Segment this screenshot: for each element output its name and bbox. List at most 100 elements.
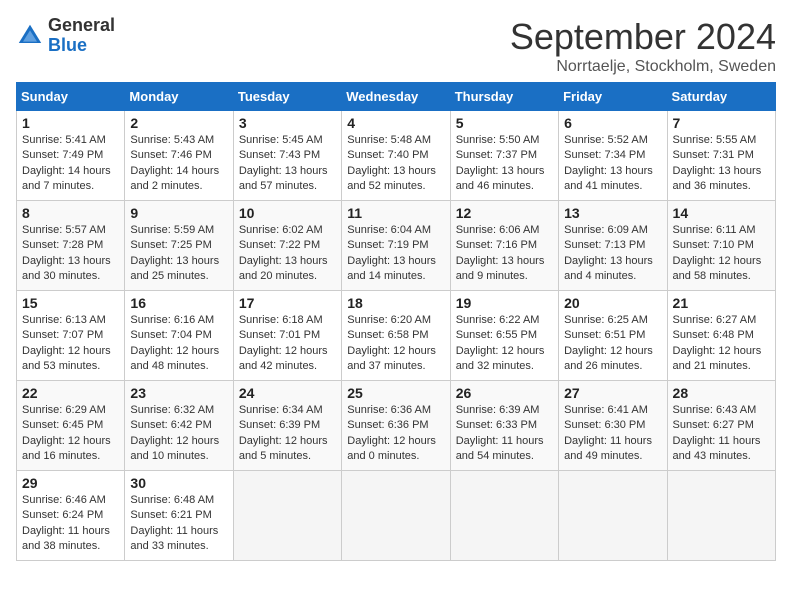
day-number: 3 <box>239 115 336 131</box>
cell-info: Sunrise: 5:59 AMSunset: 7:25 PMDaylight:… <box>130 224 219 282</box>
cell-info: Sunrise: 6:43 AMSunset: 6:27 PMDaylight:… <box>673 404 761 462</box>
cell-info: Sunrise: 6:18 AMSunset: 7:01 PMDaylight:… <box>239 314 328 372</box>
calendar-cell: 25 Sunrise: 6:36 AMSunset: 6:36 PMDayligh… <box>342 381 450 471</box>
calendar-cell: 20 Sunrise: 6:25 AMSunset: 6:51 PMDayligh… <box>559 291 667 381</box>
location: Norrtaelje, Stockholm, Sweden <box>510 58 776 76</box>
calendar-cell: 16 Sunrise: 6:16 AMSunset: 7:04 PMDayligh… <box>125 291 233 381</box>
calendar-cell: 9 Sunrise: 5:59 AMSunset: 7:25 PMDaylight… <box>125 201 233 291</box>
cell-info: Sunrise: 5:52 AMSunset: 7:34 PMDaylight:… <box>564 134 653 192</box>
cell-info: Sunrise: 6:25 AMSunset: 6:51 PMDaylight:… <box>564 314 653 372</box>
day-number: 9 <box>130 205 227 221</box>
calendar-cell: 26Sunrise: 6:39 AMSunset: 6:33 PMDayligh… <box>450 381 558 471</box>
month-title: September 2024 <box>510 16 776 58</box>
weekday-header-wednesday: Wednesday <box>342 83 450 111</box>
calendar-cell: 13Sunrise: 6:09 AMSunset: 7:13 PMDayligh… <box>559 201 667 291</box>
calendar-cell: 27Sunrise: 6:41 AMSunset: 6:30 PMDayligh… <box>559 381 667 471</box>
day-number: 18 <box>347 295 444 311</box>
calendar-cell: 24Sunrise: 6:34 AMSunset: 6:39 PMDayligh… <box>233 381 341 471</box>
weekday-header-sunday: Sunday <box>17 83 125 111</box>
calendar-cell: 11 Sunrise: 6:04 AMSunset: 7:19 PMDayligh… <box>342 201 450 291</box>
day-number: 15 <box>22 295 119 311</box>
day-number: 20 <box>564 295 661 311</box>
cell-info: Sunrise: 6:22 AMSunset: 6:55 PMDaylight:… <box>456 314 545 372</box>
calendar-cell <box>342 471 450 561</box>
weekday-header-saturday: Saturday <box>667 83 775 111</box>
calendar-cell <box>559 471 667 561</box>
day-number: 19 <box>456 295 553 311</box>
cell-info: Sunrise: 6:16 AMSunset: 7:04 PMDaylight:… <box>130 314 219 372</box>
day-number: 30 <box>130 475 227 491</box>
day-number: 26 <box>456 385 553 401</box>
week-row-1: 1 Sunrise: 5:41 AMSunset: 7:49 PMDaylight… <box>17 111 776 201</box>
day-number: 23 <box>130 385 227 401</box>
calendar-table: SundayMondayTuesdayWednesdayThursdayFrid… <box>16 82 776 561</box>
cell-info: Sunrise: 5:43 AMSunset: 7:46 PMDaylight:… <box>130 134 219 192</box>
cell-info: Sunrise: 5:50 AMSunset: 7:37 PMDaylight:… <box>456 134 545 192</box>
calendar-cell: 2 Sunrise: 5:43 AMSunset: 7:46 PMDaylight… <box>125 111 233 201</box>
page-header: General Blue September 2024 Norrtaelje, … <box>16 16 776 76</box>
calendar-cell: 3 Sunrise: 5:45 AMSunset: 7:43 PMDaylight… <box>233 111 341 201</box>
day-number: 1 <box>22 115 119 131</box>
cell-info: Sunrise: 6:46 AMSunset: 6:24 PMDaylight:… <box>22 494 110 552</box>
day-number: 2 <box>130 115 227 131</box>
day-number: 29 <box>22 475 119 491</box>
day-number: 27 <box>564 385 661 401</box>
cell-info: Sunrise: 5:45 AMSunset: 7:43 PMDaylight:… <box>239 134 328 192</box>
cell-info: Sunrise: 6:02 AMSunset: 7:22 PMDaylight:… <box>239 224 328 282</box>
cell-info: Sunrise: 6:11 AMSunset: 7:10 PMDaylight:… <box>673 224 762 282</box>
day-number: 10 <box>239 205 336 221</box>
cell-info: Sunrise: 6:48 AMSunset: 6:21 PMDaylight:… <box>130 494 218 552</box>
calendar-cell: 23 Sunrise: 6:32 AMSunset: 6:42 PMDayligh… <box>125 381 233 471</box>
calendar-cell: 28 Sunrise: 6:43 AMSunset: 6:27 PMDayligh… <box>667 381 775 471</box>
calendar-cell <box>450 471 558 561</box>
weekday-header-row: SundayMondayTuesdayWednesdayThursdayFrid… <box>17 83 776 111</box>
cell-info: Sunrise: 6:13 AMSunset: 7:07 PMDaylight:… <box>22 314 111 372</box>
calendar-cell: 8 Sunrise: 5:57 AMSunset: 7:28 PMDaylight… <box>17 201 125 291</box>
cell-info: Sunrise: 6:04 AMSunset: 7:19 PMDaylight:… <box>347 224 436 282</box>
day-number: 16 <box>130 295 227 311</box>
cell-info: Sunrise: 5:41 AMSunset: 7:49 PMDaylight:… <box>22 134 111 192</box>
calendar-cell: 15 Sunrise: 6:13 AMSunset: 7:07 PMDayligh… <box>17 291 125 381</box>
weekday-header-thursday: Thursday <box>450 83 558 111</box>
day-number: 8 <box>22 205 119 221</box>
cell-info: Sunrise: 6:29 AMSunset: 6:45 PMDaylight:… <box>22 404 111 462</box>
cell-info: Sunrise: 6:20 AMSunset: 6:58 PMDaylight:… <box>347 314 436 372</box>
weekday-header-monday: Monday <box>125 83 233 111</box>
logo-line1: General <box>48 16 115 36</box>
calendar-cell: 12 Sunrise: 6:06 AMSunset: 7:16 PMDayligh… <box>450 201 558 291</box>
cell-info: Sunrise: 6:09 AMSunset: 7:13 PMDaylight:… <box>564 224 653 282</box>
logo-line2: Blue <box>48 36 115 56</box>
day-number: 11 <box>347 205 444 221</box>
weekday-header-friday: Friday <box>559 83 667 111</box>
logo: General Blue <box>16 16 115 56</box>
cell-info: Sunrise: 6:36 AMSunset: 6:36 PMDaylight:… <box>347 404 436 462</box>
calendar-cell: 6Sunrise: 5:52 AMSunset: 7:34 PMDaylight… <box>559 111 667 201</box>
cell-info: Sunrise: 6:27 AMSunset: 6:48 PMDaylight:… <box>673 314 762 372</box>
calendar-cell: 10 Sunrise: 6:02 AMSunset: 7:22 PMDayligh… <box>233 201 341 291</box>
cell-info: Sunrise: 6:06 AMSunset: 7:16 PMDaylight:… <box>456 224 545 282</box>
calendar-cell: 1 Sunrise: 5:41 AMSunset: 7:49 PMDaylight… <box>17 111 125 201</box>
calendar-cell: 14 Sunrise: 6:11 AMSunset: 7:10 PMDayligh… <box>667 201 775 291</box>
calendar-cell: 17Sunrise: 6:18 AMSunset: 7:01 PMDayligh… <box>233 291 341 381</box>
logo-icon <box>16 22 44 50</box>
calendar-cell: 22Sunrise: 6:29 AMSunset: 6:45 PMDayligh… <box>17 381 125 471</box>
day-number: 5 <box>456 115 553 131</box>
day-number: 4 <box>347 115 444 131</box>
calendar-cell <box>233 471 341 561</box>
week-row-2: 8 Sunrise: 5:57 AMSunset: 7:28 PMDaylight… <box>17 201 776 291</box>
cell-info: Sunrise: 5:57 AMSunset: 7:28 PMDaylight:… <box>22 224 111 282</box>
day-number: 28 <box>673 385 770 401</box>
calendar-cell: 4Sunrise: 5:48 AMSunset: 7:40 PMDaylight… <box>342 111 450 201</box>
calendar-cell: 5 Sunrise: 5:50 AMSunset: 7:37 PMDaylight… <box>450 111 558 201</box>
cell-info: Sunrise: 6:34 AMSunset: 6:39 PMDaylight:… <box>239 404 328 462</box>
week-row-5: 29 Sunrise: 6:46 AMSunset: 6:24 PMDayligh… <box>17 471 776 561</box>
cell-info: Sunrise: 6:32 AMSunset: 6:42 PMDaylight:… <box>130 404 219 462</box>
calendar-cell <box>667 471 775 561</box>
day-number: 25 <box>347 385 444 401</box>
calendar-cell: 19 Sunrise: 6:22 AMSunset: 6:55 PMDayligh… <box>450 291 558 381</box>
calendar-cell: 7Sunrise: 5:55 AMSunset: 7:31 PMDaylight… <box>667 111 775 201</box>
day-number: 12 <box>456 205 553 221</box>
day-number: 14 <box>673 205 770 221</box>
title-block: September 2024 Norrtaelje, Stockholm, Sw… <box>510 16 776 76</box>
day-number: 21 <box>673 295 770 311</box>
